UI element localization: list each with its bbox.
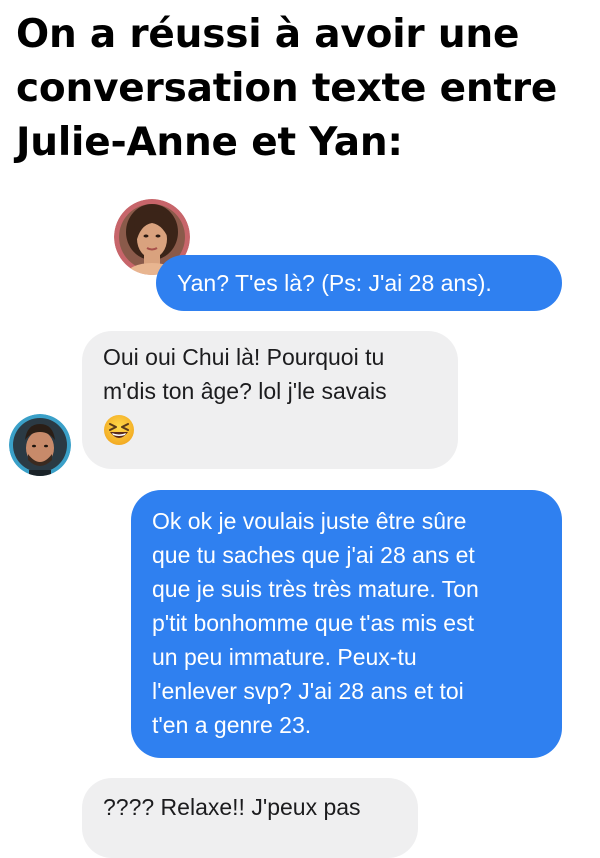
message-text: que tu saches que j'ai 28 ans et bbox=[152, 542, 475, 568]
message-text: l'enlever svp? J'ai 28 ans et toi bbox=[152, 678, 464, 704]
grinning-squinting-face-icon bbox=[103, 414, 135, 446]
message-text: Yan? T'es là? (Ps: J'ai 28 ans). bbox=[177, 270, 492, 296]
message-text: que je suis très très mature. Ton bbox=[152, 576, 479, 602]
headline-line: On a réussi à avoir une bbox=[16, 12, 520, 57]
message-text: Oui oui Chui là! Pourquoi tu bbox=[103, 344, 385, 370]
avatar-yan[interactable] bbox=[9, 414, 71, 476]
message-text: m'dis ton âge? lol j'le savais bbox=[103, 378, 387, 404]
message-bubble-outgoing[interactable]: Yan? T'es là? (Ps: J'ai 28 ans). bbox=[156, 255, 562, 311]
message-bubble-incoming[interactable]: ???? Relaxe!! J'peux pas bbox=[82, 778, 418, 858]
message-text: t'en a genre 23. bbox=[152, 712, 312, 738]
message-text: un peu immature. Peux-tu bbox=[152, 644, 417, 670]
message-text: ???? Relaxe!! J'peux pas bbox=[103, 794, 361, 820]
message-bubble-incoming[interactable]: Oui oui Chui là! Pourquoi tu m'dis ton â… bbox=[82, 331, 458, 469]
headline-line: conversation texte entre bbox=[16, 66, 558, 111]
message-bubble-outgoing[interactable]: Ok ok je voulais juste être sûre que tu … bbox=[131, 490, 562, 758]
message-text: p'tit bonhomme que t'as mis est bbox=[152, 610, 474, 636]
headline-line: Julie-Anne et Yan: bbox=[16, 120, 403, 165]
headline-title: On a réussi à avoir une conversation tex… bbox=[16, 8, 596, 170]
message-text: Ok ok je voulais juste être sûre bbox=[152, 508, 467, 534]
